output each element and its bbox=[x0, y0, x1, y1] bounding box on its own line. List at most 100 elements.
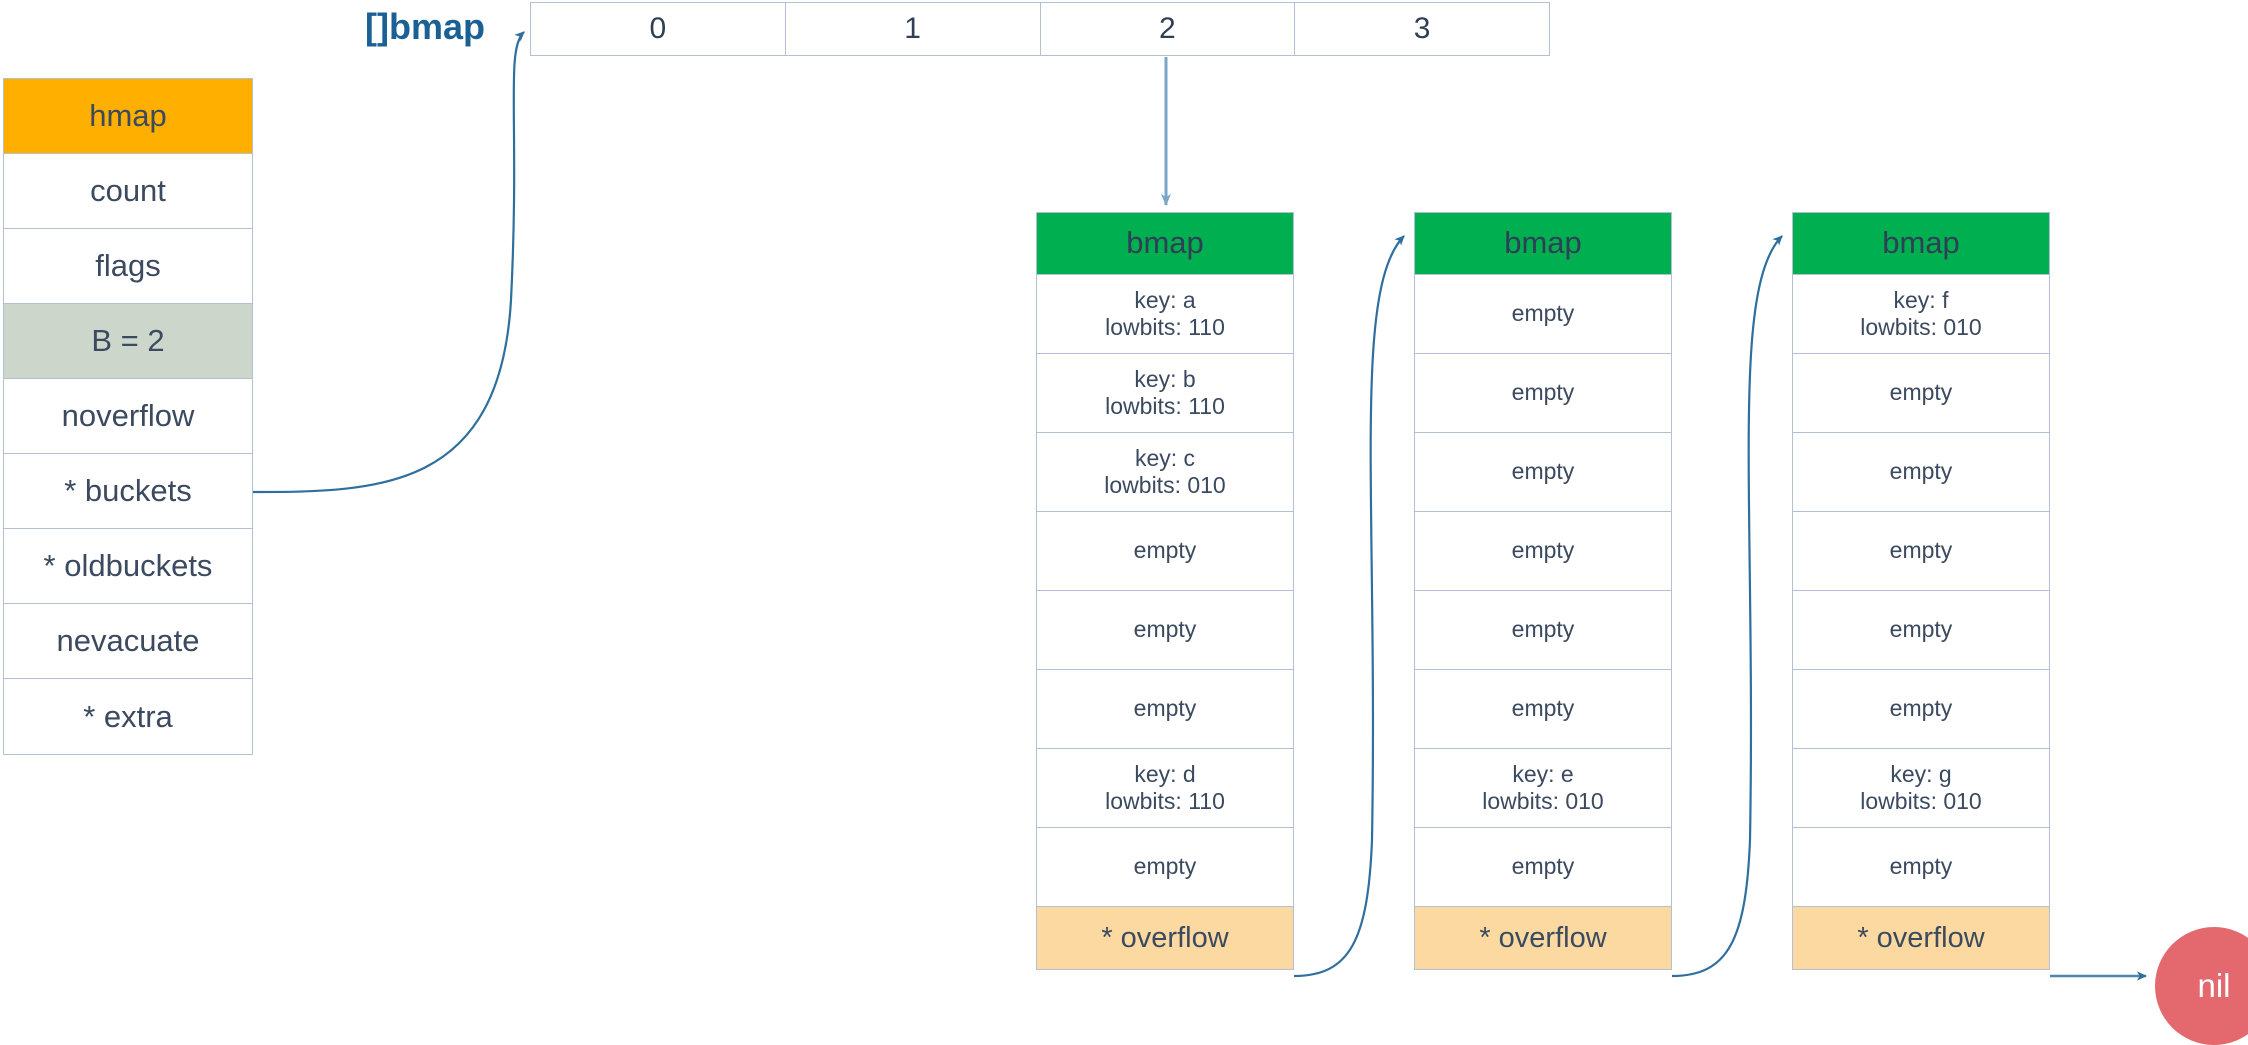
bmap-slot-line1: empty bbox=[1133, 537, 1197, 564]
bucket-array-cell-0: 0 bbox=[531, 3, 786, 55]
bmap-title: bmap bbox=[1037, 213, 1293, 275]
bmap-slot: empty bbox=[1793, 670, 2049, 749]
bmap-slot-line1: key: g bbox=[1890, 760, 1952, 787]
hmap-field-label: noverflow bbox=[61, 398, 195, 433]
hmap-field-b: B = 2 bbox=[4, 304, 252, 379]
hmap-field-label: flags bbox=[95, 248, 161, 283]
bmap-slot-line1: empty bbox=[1511, 695, 1575, 722]
bmap-slot: empty bbox=[1037, 828, 1293, 907]
bmap-slot: key: d lowbits: 110 bbox=[1037, 749, 1293, 828]
bmap-slot: empty bbox=[1415, 275, 1671, 354]
hmap-field-count: count bbox=[4, 154, 252, 229]
bmap-slot-line2: lowbits: 110 bbox=[1105, 788, 1225, 814]
hmap-title: hmap bbox=[4, 79, 252, 154]
bmap-slot-line1: empty bbox=[1511, 300, 1575, 327]
bmap-slot-line2: lowbits: 010 bbox=[1860, 314, 1982, 340]
bmap-slot-line1: empty bbox=[1889, 695, 1953, 722]
bmap-slot-line1: empty bbox=[1133, 695, 1197, 722]
bmap-slot: empty bbox=[1793, 433, 2049, 512]
bmap-slot: empty bbox=[1793, 828, 2049, 907]
bmap-bucket-2: bmap key: f lowbits: 010 empty empty emp… bbox=[1792, 212, 2050, 970]
bmap-slot-line1: empty bbox=[1889, 537, 1953, 564]
bmap-slot-line1: key: d bbox=[1134, 760, 1196, 787]
bmap-slot-line2: lowbits: 110 bbox=[1105, 314, 1225, 340]
bmap-slot-line1: empty bbox=[1889, 616, 1953, 643]
bmap-slot-line1: empty bbox=[1511, 379, 1575, 406]
hmap-field-nevacuate: nevacuate bbox=[4, 604, 252, 679]
bmap-slot: empty bbox=[1415, 354, 1671, 433]
diagram-canvas: hmap count flags B = 2 noverflow * bucke… bbox=[0, 0, 2248, 1045]
hmap-field-oldbuckets: * oldbuckets bbox=[4, 529, 252, 604]
bmap-slot-line1: empty bbox=[1511, 537, 1575, 564]
bmap-slot-line1: key: c bbox=[1134, 444, 1196, 471]
bmap-bucket-1: bmap empty empty empty empty empty empty… bbox=[1414, 212, 1672, 970]
bmap-slot: empty bbox=[1793, 354, 2049, 433]
bmap-slot: empty bbox=[1415, 591, 1671, 670]
bmap-slot: empty bbox=[1415, 828, 1671, 907]
hmap-field-noverflow: noverflow bbox=[4, 379, 252, 454]
bmap-slot-line2: lowbits: 110 bbox=[1105, 393, 1225, 419]
bmap-slot: empty bbox=[1793, 591, 2049, 670]
bmap-slot-line1: empty bbox=[1133, 853, 1197, 880]
bmap-slot-line1: key: b bbox=[1134, 365, 1196, 392]
bmap-slot: empty bbox=[1415, 433, 1671, 512]
bmap-slot: empty bbox=[1037, 591, 1293, 670]
bmap-slot: key: b lowbits: 110 bbox=[1037, 354, 1293, 433]
bucket-array-cell-3: 3 bbox=[1413, 12, 1431, 45]
hmap-field-buckets: * buckets bbox=[4, 454, 252, 529]
hmap-field-label: * oldbuckets bbox=[43, 548, 213, 583]
hmap-field-label: nevacuate bbox=[56, 623, 200, 658]
bmap-slot-line1: empty bbox=[1889, 853, 1953, 880]
bmap-slot: empty bbox=[1037, 670, 1293, 749]
hmap-field-flags: flags bbox=[4, 229, 252, 304]
bucket-array: 0 1 2 3 bbox=[530, 2, 1550, 56]
nil-label: nil bbox=[2197, 967, 2231, 1004]
bmap-slot-line1: empty bbox=[1511, 853, 1575, 880]
bmap-slot-line2: lowbits: 010 bbox=[1482, 788, 1604, 814]
bmap-overflow-label: * overflow bbox=[1857, 921, 1985, 954]
bmap-slot: key: e lowbits: 010 bbox=[1415, 749, 1671, 828]
bucket-array-cell-1: 1 bbox=[786, 3, 1041, 55]
hmap-title-label: hmap bbox=[89, 98, 167, 133]
bmap-slot-line2: lowbits: 010 bbox=[1860, 788, 1982, 814]
bmap-overflow-label: * overflow bbox=[1101, 921, 1229, 954]
bmap-slot-line1: empty bbox=[1889, 458, 1953, 485]
bmap-slot-line1: key: f bbox=[1893, 286, 1949, 313]
bmap-overflow-pointer: * overflow bbox=[1415, 907, 1671, 969]
bmap-slot-line1: empty bbox=[1511, 616, 1575, 643]
bucket-array-label: []bmap bbox=[365, 6, 485, 47]
hmap-field-label: * buckets bbox=[64, 473, 192, 508]
bmap-slot-line1: empty bbox=[1889, 379, 1953, 406]
bmap-title: bmap bbox=[1415, 213, 1671, 275]
nil-node: nil bbox=[2155, 927, 2248, 1045]
bmap-slot-line1: empty bbox=[1511, 458, 1575, 485]
bucket-array-cell-2: 2 bbox=[1041, 3, 1296, 55]
hmap-field-label: * extra bbox=[83, 698, 173, 734]
wire-overflow0-to-bmap1 bbox=[1293, 235, 1405, 978]
hmap-field-label: count bbox=[90, 173, 166, 208]
bmap-overflow-pointer: * overflow bbox=[1037, 907, 1293, 969]
bmap-title-label: bmap bbox=[1504, 225, 1582, 261]
bmap-overflow-pointer: * overflow bbox=[1793, 907, 2049, 969]
bmap-slot: empty bbox=[1415, 670, 1671, 749]
bmap-title-label: bmap bbox=[1126, 225, 1204, 261]
bmap-bucket-0: bmap key: a lowbits: 110 key: b lowbits:… bbox=[1036, 212, 1294, 970]
bmap-slot: key: a lowbits: 110 bbox=[1037, 275, 1293, 354]
bmap-title: bmap bbox=[1793, 213, 2049, 275]
bmap-overflow-label: * overflow bbox=[1479, 921, 1607, 954]
wire-buckets-to-array bbox=[252, 31, 525, 494]
bmap-slot-line1: empty bbox=[1133, 616, 1197, 643]
bmap-slot-line2: lowbits: 010 bbox=[1104, 472, 1226, 498]
hmap-struct: hmap count flags B = 2 noverflow * bucke… bbox=[3, 78, 253, 755]
bmap-slot: key: f lowbits: 010 bbox=[1793, 275, 2049, 354]
hmap-field-label: B = 2 bbox=[91, 323, 165, 358]
bmap-slot: empty bbox=[1793, 512, 2049, 591]
bmap-slot: empty bbox=[1415, 512, 1671, 591]
bmap-slot-line1: key: e bbox=[1512, 760, 1574, 787]
wire-overflow1-to-bmap2 bbox=[1671, 235, 1783, 978]
bmap-slot-line1: key: a bbox=[1134, 286, 1196, 313]
bmap-title-label: bmap bbox=[1882, 225, 1960, 261]
bmap-slot: empty bbox=[1037, 512, 1293, 591]
hmap-field-extra: * extra bbox=[4, 679, 252, 754]
bmap-slot: key: c lowbits: 010 bbox=[1037, 433, 1293, 512]
